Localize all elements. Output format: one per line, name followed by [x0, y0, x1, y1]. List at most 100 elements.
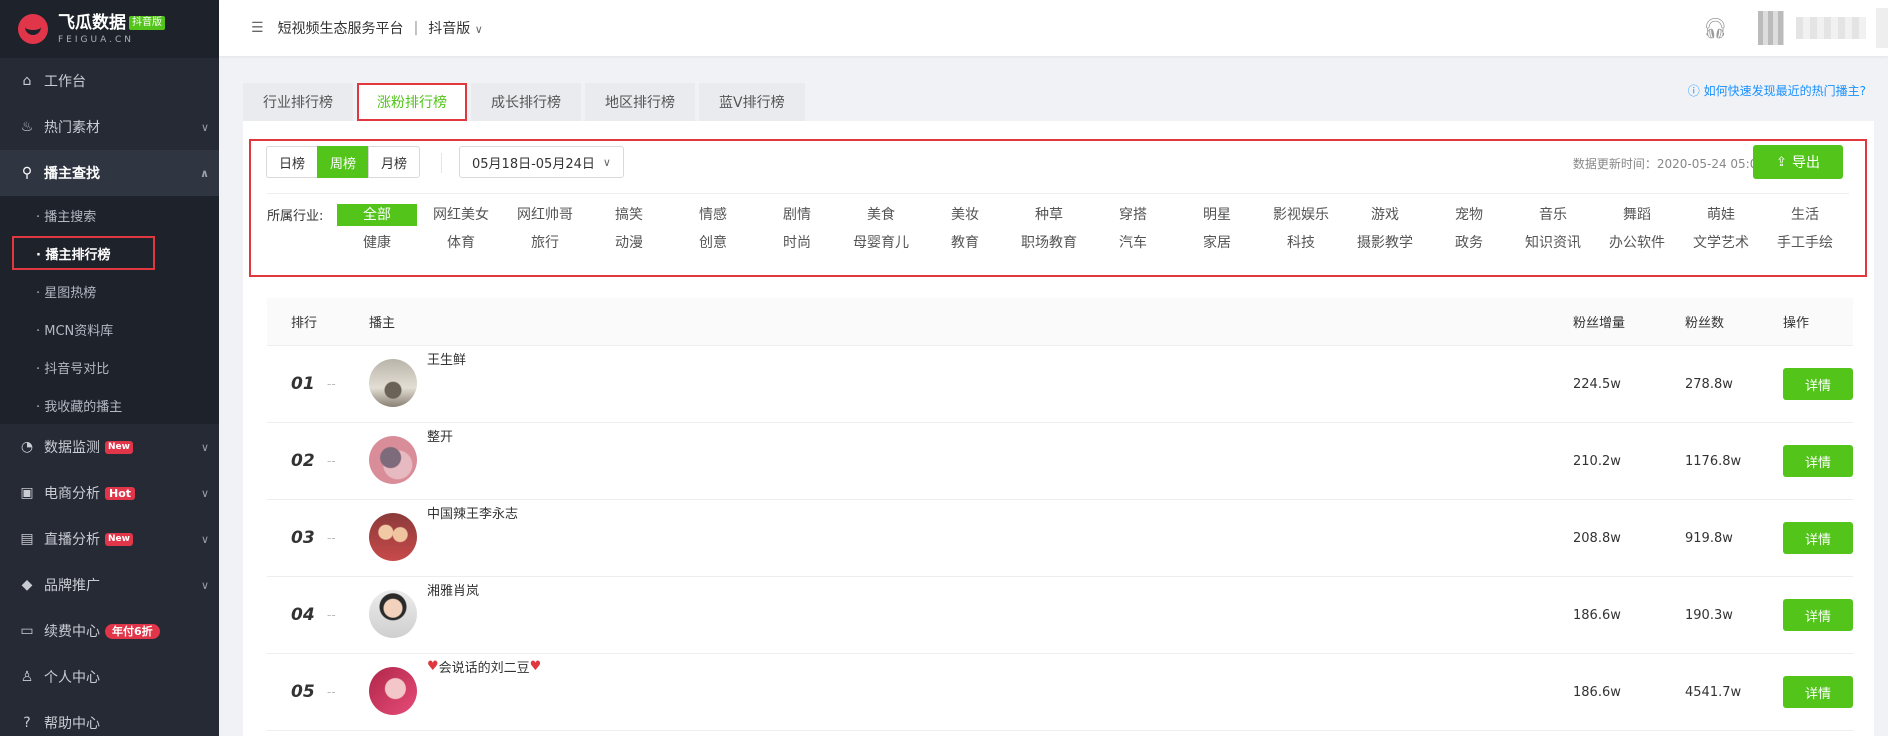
sidebar-subitem-mcn[interactable]: · MCN资料库 — [0, 310, 219, 348]
user-name[interactable] — [1796, 17, 1866, 39]
industry-option[interactable]: 家居 — [1177, 232, 1257, 254]
industry-option[interactable]: 手工手绘 — [1765, 232, 1845, 254]
detail-button[interactable]: 详情 — [1783, 445, 1853, 477]
range-monthly-button[interactable]: 月榜 — [368, 146, 421, 178]
industry-option[interactable]: 汽车 — [1093, 232, 1173, 254]
sidebar-item-label: 热门素材 — [44, 120, 100, 136]
industry-option[interactable]: 科技 — [1261, 232, 1341, 254]
industry-option[interactable]: 政务 — [1429, 232, 1509, 254]
avatar[interactable] — [369, 513, 417, 561]
anchor-name[interactable]: 整开 — [427, 426, 453, 445]
tab-region-ranking[interactable]: 地区排行榜 — [585, 83, 695, 121]
anchor-name-wrap[interactable]: ♥ 会说话的刘二豆 ♥ — [427, 657, 541, 676]
tab-industry-ranking[interactable]: 行业排行榜 — [243, 83, 353, 121]
industry-option[interactable]: 音乐 — [1513, 204, 1593, 226]
date-range-select[interactable]: 05月18日-05月24日 ∨ — [459, 146, 624, 178]
industry-option[interactable]: 剧情 — [757, 204, 837, 226]
industry-option[interactable]: 职场教育 — [1009, 232, 1089, 254]
avatar[interactable] — [369, 590, 417, 638]
avatar[interactable] — [369, 667, 417, 715]
anchor-name[interactable]: 王生鲜 — [427, 349, 466, 368]
industry-option[interactable]: 全部 — [337, 204, 417, 226]
industry-option[interactable]: 健康 — [337, 232, 417, 254]
logo-domain: FEIGUA.CN — [58, 35, 134, 45]
industry-option[interactable]: 办公软件 — [1597, 232, 1677, 254]
industry-option[interactable]: 美食 — [841, 204, 921, 226]
industry-option[interactable]: 游戏 — [1345, 204, 1425, 226]
help-icon: ? — [23, 715, 31, 731]
user-menu[interactable] — [1876, 8, 1888, 48]
industry-option[interactable]: 体育 — [421, 232, 501, 254]
sidebar-subitem-star-chart[interactable]: · 星图热榜 — [0, 272, 219, 310]
data-updated-time: 数据更新时间：2020-05-24 05:00 — [1572, 157, 1765, 171]
search-icon: ⚲ — [21, 165, 33, 181]
sidebar-subitem-favorites[interactable]: · 我收藏的播主 — [0, 386, 219, 424]
sidebar-item-help[interactable]: ? 帮助中心 — [0, 700, 219, 736]
industry-option[interactable]: 动漫 — [589, 232, 669, 254]
range-daily-button[interactable]: 日榜 — [266, 146, 319, 178]
industry-option[interactable]: 美妆 — [925, 204, 1005, 226]
industry-option[interactable]: 旅行 — [505, 232, 585, 254]
avatar[interactable] — [369, 436, 417, 484]
industry-option[interactable]: 宠物 — [1429, 204, 1509, 226]
anchor-name[interactable]: 中国辣王李永志 — [427, 503, 518, 522]
sidebar-subitem-compare[interactable]: · 抖音号对比 — [0, 348, 219, 386]
sidebar-item-data-monitor[interactable]: ◔ 数据监测 New ∨ — [0, 424, 219, 470]
help-link[interactable]: ⓘ 如何快速发现最近的热门播主? — [1688, 82, 1866, 99]
industry-option[interactable]: 网红美女 — [421, 204, 501, 226]
industry-option[interactable]: 文学艺术 — [1681, 232, 1761, 254]
sidebar-item-profile[interactable]: ♙ 个人中心 — [0, 654, 219, 700]
detail-button[interactable]: 详情 — [1783, 368, 1853, 400]
rank-number: 02 — [291, 451, 315, 471]
card-icon: ▭ — [20, 623, 34, 639]
industry-option[interactable]: 影视娱乐 — [1261, 204, 1341, 226]
avatar[interactable] — [369, 359, 417, 407]
industry-option[interactable]: 摄影教学 — [1345, 232, 1425, 254]
detail-button[interactable]: 详情 — [1783, 522, 1853, 554]
detail-button[interactable]: 详情 — [1783, 599, 1853, 631]
version-switcher[interactable]: 抖音版 ∨ — [428, 18, 483, 38]
content-panel: 日榜 周榜 月榜 05月18日-05月24日 ∨ 数据更新时间：2020-05-… — [243, 121, 1874, 736]
sidebar-item-label: 直播分析 — [44, 532, 100, 548]
industry-option[interactable]: 搞笑 — [589, 204, 669, 226]
tab-fan-growth-ranking[interactable]: 涨粉排行榜 — [357, 83, 467, 121]
industry-option[interactable]: 网红帅哥 — [505, 204, 585, 226]
sidebar-subitem-anchor-search[interactable]: · 播主搜索 — [0, 196, 219, 234]
fan-count: 278.8w — [1685, 376, 1733, 392]
hot-badge: Hot — [105, 486, 136, 500]
anchor-name[interactable]: 湘雅肖岚 — [427, 580, 479, 599]
industry-option[interactable]: 舞蹈 — [1597, 204, 1677, 226]
industry-option[interactable]: 穿搭 — [1093, 204, 1173, 226]
rank-change: -- — [327, 608, 336, 622]
industry-option[interactable]: 生活 — [1765, 204, 1845, 226]
sidebar-item-anchor-search[interactable]: ⚲ 播主查找 ∧ — [0, 150, 219, 196]
sidebar-item-hot-material[interactable]: ♨ 热门素材 ∨ — [0, 104, 219, 150]
industry-option[interactable]: 种草 — [1009, 204, 1089, 226]
sidebar-item-workbench[interactable]: ⌂ 工作台 — [0, 58, 219, 104]
industry-option[interactable]: 知识资讯 — [1513, 232, 1593, 254]
sidebar-item-ecommerce[interactable]: ▣ 电商分析 Hot ∨ — [0, 470, 219, 516]
fan-increase: 186.6w — [1573, 684, 1621, 700]
tab-growth-ranking[interactable]: 成长排行榜 — [471, 83, 581, 121]
avatar[interactable] — [1758, 11, 1784, 45]
headset-icon[interactable]: 🎧︎ — [1703, 16, 1728, 40]
export-button[interactable]: ⇪ 导出 — [1753, 145, 1843, 179]
industry-option[interactable]: 教育 — [925, 232, 1005, 254]
range-weekly-button[interactable]: 周榜 — [317, 146, 370, 178]
industry-option[interactable]: 明星 — [1177, 204, 1257, 226]
menu-toggle-icon[interactable]: ☰ — [251, 20, 264, 36]
column-fans: 粉丝数 — [1685, 316, 1725, 331]
industry-option[interactable]: 萌娃 — [1681, 204, 1761, 226]
industry-option[interactable]: 母婴育儿 — [841, 232, 921, 254]
sidebar-item-live[interactable]: ▤ 直播分析 New ∨ — [0, 516, 219, 562]
industry-option[interactable]: 情感 — [673, 204, 753, 226]
anchor-cell: 湘雅肖岚 — [369, 584, 1573, 638]
sidebar-subitem-anchor-ranking[interactable]: · 播主排行榜 — [10, 234, 157, 272]
industry-option[interactable]: 时尚 — [757, 232, 837, 254]
detail-button[interactable]: 详情 — [1783, 676, 1853, 708]
sidebar-item-renewal[interactable]: ▭ 续费中心 年付6折 — [0, 608, 219, 654]
industry-option[interactable]: 创意 — [673, 232, 753, 254]
logo[interactable]: 飞瓜数据 抖音版 FEIGUA.CN — [0, 0, 219, 58]
sidebar-item-brand[interactable]: ◆ 品牌推广 ∨ — [0, 562, 219, 608]
tab-bluev-ranking[interactable]: 蓝V排行榜 — [699, 83, 805, 121]
